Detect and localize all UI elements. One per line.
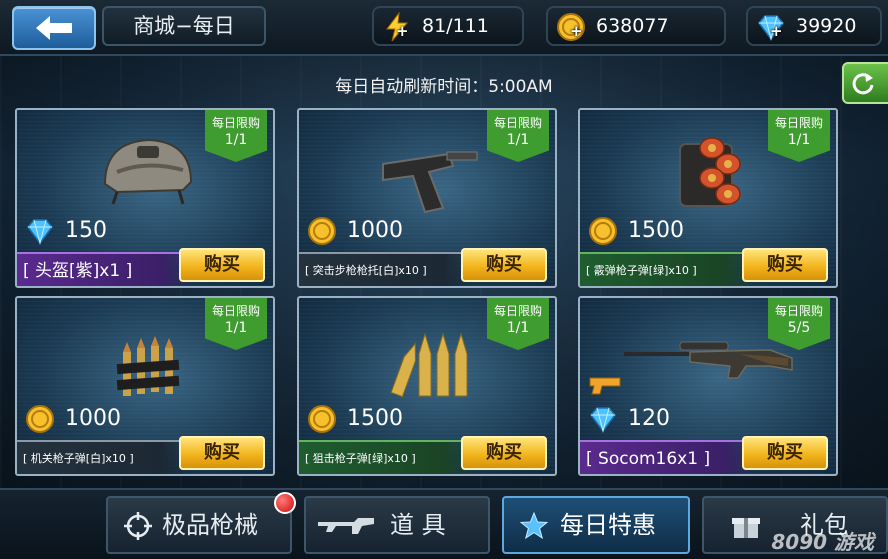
daily-limit-badge: 每日限购 1/1 (487, 110, 549, 162)
price-value: 150 (65, 218, 107, 243)
limit-count: 1/1 (787, 132, 811, 148)
diamond-icon (27, 219, 53, 245)
machine-gun-ammo-icon (116, 336, 180, 396)
item-name: [ 头盔[紫]x1 ] (17, 252, 197, 286)
shop-item-card[interactable]: 每日限购 1/1 1000 [ 突击步枪枪托[白]x10 ] 购买 (297, 108, 557, 288)
sniper-ammo-icon (390, 332, 468, 398)
limit-count: 1/1 (224, 320, 248, 336)
item-name: [ 狙击枪子弹[绿]x10 ] (299, 440, 479, 474)
price-value: 120 (628, 406, 670, 431)
gift-icon (732, 518, 760, 538)
refresh-button[interactable] (842, 62, 888, 104)
rifle-stock-icon (382, 151, 478, 214)
diamond-display[interactable]: + 39920 (746, 6, 882, 46)
crosshair-icon (124, 512, 152, 540)
gold-coin-icon (589, 217, 617, 245)
shop-item-card[interactable]: 每日限购 1/1 1000 [ 机关枪子弹[白]x10 ] 购买 (15, 296, 275, 476)
price-value: 1500 (347, 406, 403, 431)
daily-limit-badge: 每日限购 1/1 (768, 110, 830, 162)
shop-item-card[interactable]: 每日限购 1/1 1500 [ 霰弹枪子弹[绿]x10 ] 购买 (578, 108, 838, 288)
buy-button[interactable]: 购买 (461, 436, 547, 470)
refresh-icon (852, 73, 874, 95)
add-gold-icon[interactable]: + (570, 22, 583, 40)
price-value: 1500 (628, 218, 684, 243)
energy-value: 81/111 (422, 15, 489, 37)
tab-label: 极品枪械 (162, 511, 258, 539)
daily-limit-badge: 每日限购 1/1 (487, 298, 549, 350)
page-title: 商城−每日 (102, 6, 266, 46)
limit-label: 每日限购 (493, 116, 542, 130)
sniper-rifle-icon (624, 341, 793, 379)
diamond-value: 39920 (796, 15, 857, 37)
daily-limit-badge: 每日限购 1/1 (205, 298, 267, 350)
limit-count: 1/1 (224, 132, 248, 148)
add-energy-icon[interactable]: + (396, 22, 409, 40)
item-name: [ 机关枪子弹[白]x10 ] (17, 440, 197, 474)
limit-count: 1/1 (506, 132, 530, 148)
refresh-time-note: 每日自动刷新时间：5:00AM (335, 77, 553, 97)
gold-coin-icon (308, 405, 336, 433)
helmet-icon (103, 138, 193, 205)
limit-label: 每日限购 (211, 304, 260, 318)
shop-item-card[interactable]: 每日限购 1/1 150 [ 头盔[紫]x1 ] 购买 (15, 108, 275, 288)
buy-button[interactable]: 购买 (742, 248, 828, 282)
tab-items[interactable]: 道 具 (304, 496, 490, 554)
item-name: [ 突击步枪枪托[白]x10 ] (299, 252, 479, 286)
limit-count: 1/1 (506, 320, 530, 336)
tab-premium-guns[interactable]: 极品枪械 (106, 492, 296, 554)
buy-button[interactable]: 购买 (461, 248, 547, 282)
back-button[interactable] (12, 6, 96, 50)
arrow-left-icon (36, 16, 72, 40)
gold-coin-icon (26, 405, 54, 433)
shop-item-card[interactable]: 每日限购 1/1 1500 [ 狙击枪子弹[绿]x10 ] 购买 (297, 296, 557, 476)
shop-item-card[interactable]: 每日限购 5/5 120 [ Socom16x1 ] 购买 (578, 296, 838, 476)
limit-label: 每日限购 (211, 116, 260, 130)
pistol-icon (589, 377, 621, 395)
notification-dot (274, 492, 296, 514)
tab-label: 道 具 (390, 511, 446, 539)
shotgun-shells-icon (679, 137, 741, 207)
item-name: [ Socom16x1 ] (580, 440, 760, 474)
price-value: 1000 (347, 218, 403, 243)
gold-display[interactable]: + 638077 (546, 6, 726, 46)
price-value: 1000 (65, 406, 121, 431)
diamond-icon (590, 407, 616, 433)
rifle-icon (318, 518, 374, 534)
limit-label: 每日限购 (493, 304, 542, 318)
buy-button[interactable]: 购买 (742, 436, 828, 470)
buy-button[interactable]: 购买 (179, 248, 265, 282)
limit-label: 每日限购 (774, 304, 823, 318)
buy-button[interactable]: 购买 (179, 436, 265, 470)
tab-daily-deals[interactable]: 每日特惠 (502, 496, 690, 554)
tab-label: 每日特惠 (560, 511, 656, 539)
item-name: [ 霰弹枪子弹[绿]x10 ] (580, 252, 760, 286)
watermark: 8090 游戏 (771, 530, 874, 554)
add-diamond-icon[interactable]: + (770, 22, 783, 40)
gold-coin-icon (308, 217, 336, 245)
star-icon (520, 512, 548, 540)
gold-value: 638077 (596, 15, 669, 37)
top-bar: 商城−每日 + 81/111 + 638077 + 39920 (0, 0, 888, 56)
limit-label: 每日限购 (774, 116, 823, 130)
energy-display[interactable]: + 81/111 (372, 6, 524, 46)
daily-limit-badge: 每日限购 1/1 (205, 110, 267, 162)
bottom-tab-bar: 极品枪械 道 具 每日特惠 礼包 8090 游戏 (0, 488, 888, 559)
